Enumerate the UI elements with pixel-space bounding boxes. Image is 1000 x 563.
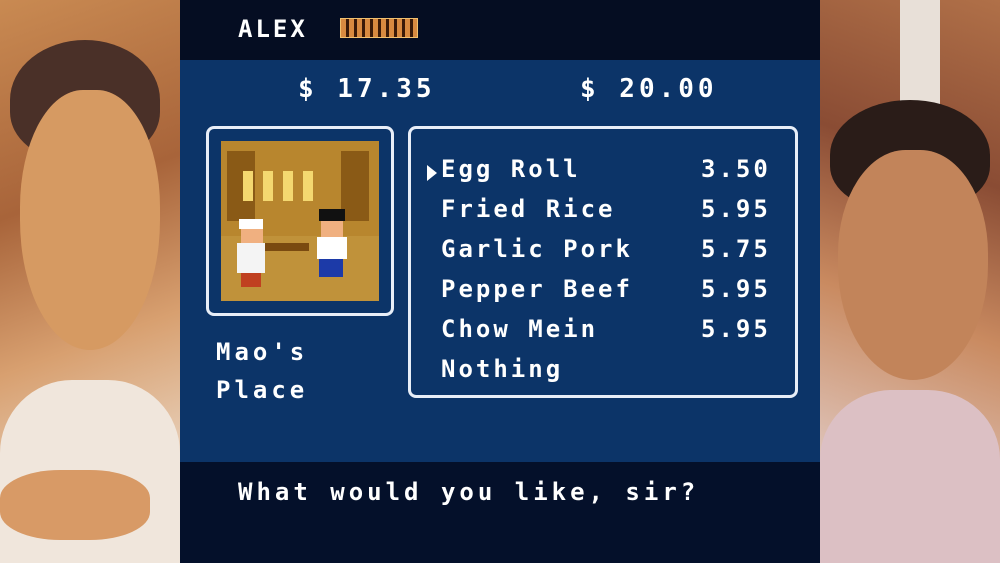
customer-shirt xyxy=(317,237,347,259)
menu-item-price: 5.75 xyxy=(701,235,771,263)
customer-face xyxy=(321,221,343,237)
game-screen: ALEX $ 17.35 $ 20.00 Mao's Place Egg Rol… xyxy=(180,0,820,563)
left-portrait-hand xyxy=(0,470,150,540)
shop-scene-frame xyxy=(206,126,394,316)
chef-legs xyxy=(241,273,261,287)
right-portrait-shirt xyxy=(820,390,1000,563)
customer-pants xyxy=(319,259,343,277)
table xyxy=(259,243,309,251)
shop-panel: $ 17.35 $ 20.00 Mao's Place Egg Roll 3.5… xyxy=(180,60,820,462)
right-cover-art xyxy=(820,0,1000,563)
shop-name-line2: Place xyxy=(216,376,309,404)
menu-item-price: 5.95 xyxy=(701,275,771,303)
dialog-text: What would you like, sir? xyxy=(238,478,700,506)
second-money: $ 20.00 xyxy=(580,74,718,104)
left-cover-art xyxy=(0,0,180,563)
menu-item-label: Chow Mein xyxy=(441,315,599,343)
player-money: $ 17.35 xyxy=(298,74,436,104)
chef-face xyxy=(241,229,263,243)
status-bar: ALEX xyxy=(180,0,820,60)
chef-body xyxy=(237,243,265,273)
food-menu: Egg Roll 3.50 Fried Rice 5.95 Garlic Por… xyxy=(408,126,798,398)
selection-cursor-icon xyxy=(427,165,437,181)
menu-item-price: 3.50 xyxy=(701,155,771,183)
menu-item-label: Fried Rice xyxy=(441,195,616,223)
menu-tag xyxy=(243,171,253,201)
menu-tag xyxy=(283,171,293,201)
shop-name-line1: Mao's xyxy=(216,338,309,366)
customer-hair xyxy=(319,209,345,221)
health-bar-icon xyxy=(340,18,418,38)
menu-item-label: Garlic Pork xyxy=(441,235,633,263)
menu-item-price: 5.95 xyxy=(701,315,771,343)
menu-item-label: Nothing xyxy=(441,355,564,383)
menu-item-label: Egg Roll xyxy=(441,155,581,183)
shop-scene xyxy=(221,141,379,301)
left-portrait-face xyxy=(20,90,160,350)
right-portrait-face xyxy=(838,150,988,380)
shelf xyxy=(341,151,369,221)
menu-tag xyxy=(263,171,273,201)
player-name: ALEX xyxy=(238,15,308,43)
menu-item-price: 5.95 xyxy=(701,195,771,223)
menu-item-label: Pepper Beef xyxy=(441,275,633,303)
menu-tag xyxy=(303,171,313,201)
chef-hat xyxy=(239,219,263,229)
